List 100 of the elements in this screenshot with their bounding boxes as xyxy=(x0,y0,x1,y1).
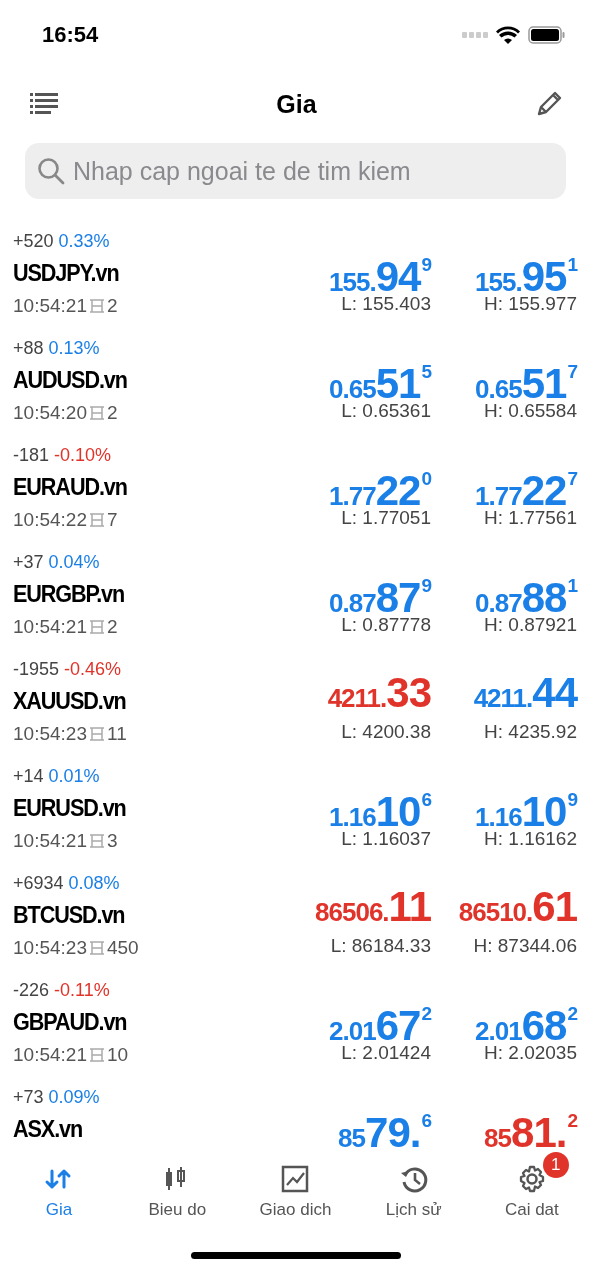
low-price: L: 2.01424 xyxy=(341,1041,431,1065)
spread-value: 2 xyxy=(106,616,118,638)
quote-time: 10:54:20 xyxy=(13,402,87,424)
change-percent: 0.09% xyxy=(48,1087,100,1107)
high-price: H: 155.977 xyxy=(484,292,577,316)
symbol-name: AUDUSD.vn xyxy=(13,365,127,395)
change-percent: 0.33% xyxy=(58,231,110,251)
bid-price[interactable]: 0.8787$^{9}$ xyxy=(329,560,431,612)
bid-price[interactable]: 2.0167$^{2}$ xyxy=(329,988,431,1040)
ask-price[interactable]: 86510.61 xyxy=(458,881,577,933)
ask-price[interactable]: 155.95$^{1}$ xyxy=(475,239,577,291)
symbol-name: XAUUSD.vn xyxy=(13,686,126,716)
spread-icon xyxy=(88,618,105,636)
change-points: -1955 xyxy=(13,659,60,679)
bid-price[interactable]: 155.94$^{9}$ xyxy=(329,239,431,291)
change-percent: -0.10% xyxy=(54,445,112,465)
quote-time: 10:54:23 xyxy=(13,937,87,959)
menu-icon[interactable] xyxy=(30,92,58,116)
symbol-name: EURGBP.vn xyxy=(13,579,125,609)
bid-price[interactable]: 1.7722$^{0}$ xyxy=(329,453,431,505)
spread-value: 2 xyxy=(106,402,118,424)
ask-price[interactable]: 1.1610$^{9}$ xyxy=(475,774,577,826)
notification-badge: 1 xyxy=(542,1152,569,1178)
high-price: H: 1.77561 xyxy=(484,506,577,530)
change-percent: 0.08% xyxy=(68,873,120,893)
change-points: +73 xyxy=(13,1087,44,1107)
bid-price[interactable]: 1.1610$^{6}$ xyxy=(329,774,431,826)
spread-icon xyxy=(88,1046,105,1064)
battery-icon xyxy=(528,26,565,44)
spread-value: 450 xyxy=(106,937,139,959)
change-points: +88 xyxy=(13,338,44,358)
symbol-name: ASX.vn xyxy=(13,1114,84,1144)
change-percent: 0.01% xyxy=(48,766,100,786)
change-points: +14 xyxy=(13,766,44,786)
ask-price[interactable]: 4211.44 xyxy=(473,667,577,719)
edit-icon[interactable] xyxy=(535,90,563,118)
change-points: -181 xyxy=(13,445,50,465)
quote-time: 10:54:21 xyxy=(13,616,87,638)
quote-time: 10:54:21 xyxy=(13,1044,87,1066)
high-price: H: 1.16162 xyxy=(484,827,577,851)
change-points: +6934 xyxy=(13,873,64,893)
high-price: H: 4235.92 xyxy=(484,720,577,744)
tab[interactable]: Gia xyxy=(44,1164,75,1220)
search-field[interactable]: Nhap cap ngoai te de tim kiem xyxy=(25,143,566,199)
spread-icon xyxy=(88,297,105,315)
spread-value: 3 xyxy=(106,830,118,852)
spread-icon xyxy=(88,404,105,422)
spread-icon xyxy=(88,832,105,850)
change-points: -226 xyxy=(13,980,50,1000)
change-points: +520 xyxy=(13,231,54,251)
page-title: Gia xyxy=(276,89,317,119)
ask-price[interactable]: 2.0168$^{2}$ xyxy=(475,988,577,1040)
change-percent: -0.46% xyxy=(64,659,122,679)
low-price: L: 0.87778 xyxy=(341,613,431,637)
symbol-name: EURUSD.vn xyxy=(13,793,126,823)
spread-icon xyxy=(88,725,105,743)
search-icon xyxy=(37,157,65,185)
high-price: H: 0.65584 xyxy=(484,399,577,423)
spread-value: 10 xyxy=(106,1044,129,1066)
low-price: L: 0.65361 xyxy=(341,399,431,423)
symbol-name: GBPAUD.vn xyxy=(13,1007,127,1037)
high-price: H: 0.87921 xyxy=(484,613,577,637)
quote-time: 10:54:21 xyxy=(13,830,87,852)
signal-icon xyxy=(462,32,488,38)
spread-value: 2 xyxy=(106,295,118,317)
spread-icon xyxy=(88,511,105,529)
wifi-icon xyxy=(496,26,520,44)
spread-value: 11 xyxy=(106,723,127,745)
bid-price[interactable]: 86506.11 xyxy=(315,881,431,933)
ask-price[interactable]: 1.7722$^{7}$ xyxy=(475,453,577,505)
quote-time: 10:54:23 xyxy=(13,723,87,745)
quote-time: 10:54:22 xyxy=(13,509,87,531)
high-price: H: 2.02035 xyxy=(484,1041,577,1065)
low-price: L: 4200.38 xyxy=(341,720,431,744)
spread-value: 7 xyxy=(106,509,118,531)
bid-price[interactable]: 8579.$^{6}$ xyxy=(338,1095,431,1147)
spread-icon xyxy=(88,939,105,957)
status-time: 16:54 xyxy=(42,22,99,48)
ask-price[interactable]: 8581.$^{2}$ xyxy=(484,1095,577,1147)
tab[interactable]: Bieu do xyxy=(148,1164,207,1220)
high-price: H: 87344.06 xyxy=(473,934,577,958)
low-price: L: 1.77051 xyxy=(341,506,431,530)
line-chart-icon xyxy=(280,1164,311,1194)
symbol-name: EURAUD.vn xyxy=(13,472,127,502)
change-percent: 0.13% xyxy=(48,338,100,358)
bid-price[interactable]: 0.6551$^{5}$ xyxy=(329,346,431,398)
change-percent: 0.04% xyxy=(48,552,100,572)
low-price: L: 86184.33 xyxy=(330,934,431,958)
low-price: L: 155.403 xyxy=(341,292,431,316)
symbol-name: USDJPY.vn xyxy=(13,258,119,288)
change-points: +37 xyxy=(13,552,44,572)
symbol-name: BTCUSD.vn xyxy=(13,900,126,930)
ask-price[interactable]: 0.8788$^{1}$ xyxy=(475,560,577,612)
tab[interactable]: Lịch sử xyxy=(385,1164,442,1220)
tab[interactable]: Giao dich xyxy=(259,1164,332,1220)
change-percent: -0.11% xyxy=(54,980,110,1000)
bid-price[interactable]: 4211.33 xyxy=(327,667,431,719)
ask-price[interactable]: 0.6551$^{7}$ xyxy=(475,346,577,398)
low-price: L: 1.16037 xyxy=(341,827,431,851)
quote-time: 10:54:21 xyxy=(13,295,87,317)
